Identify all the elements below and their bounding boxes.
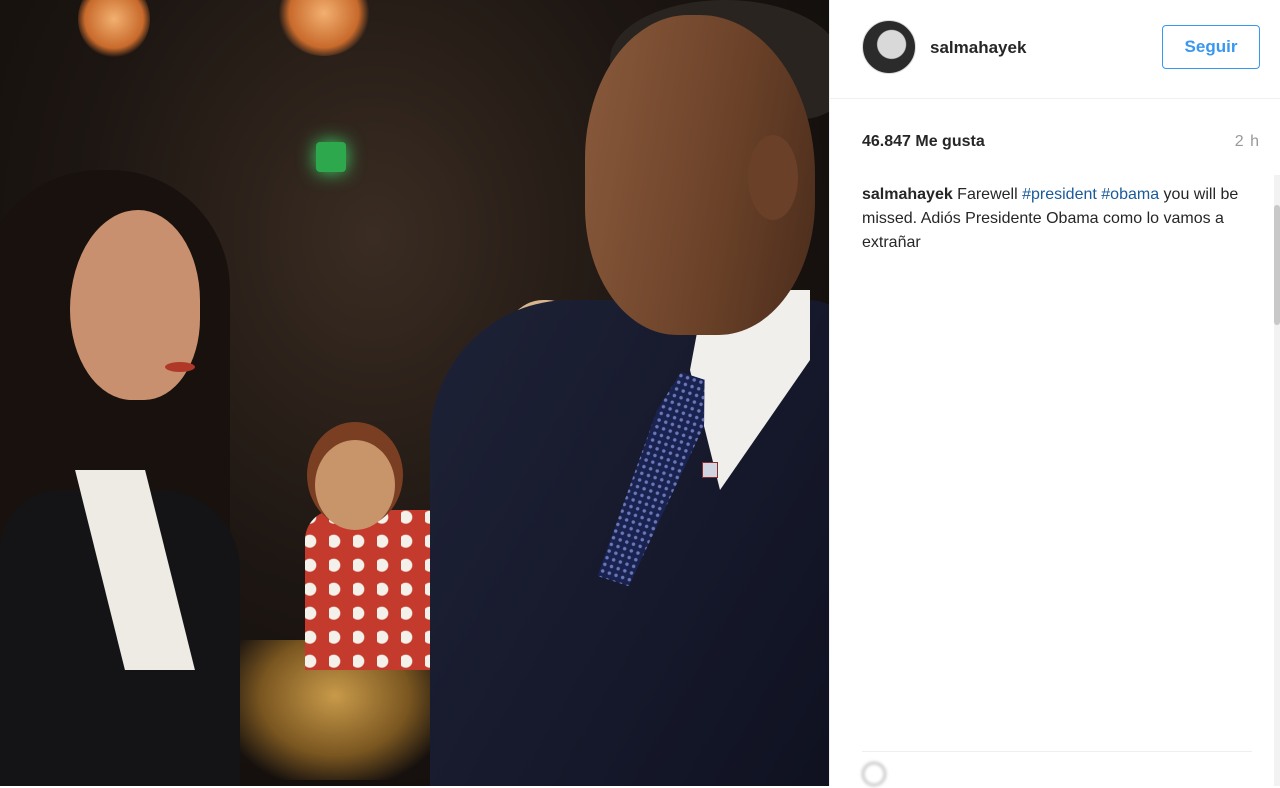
hashtag-president[interactable]: #president	[1022, 186, 1097, 203]
likes-count[interactable]: 46.847 Me gusta	[862, 133, 985, 151]
caption-username[interactable]: salmahayek	[862, 186, 953, 203]
post-meta: 46.847 Me gusta 2 h	[830, 99, 1280, 159]
scrollbar-thumb[interactable]	[1274, 205, 1280, 325]
post-photo[interactable]	[0, 0, 829, 786]
comments-list	[862, 295, 1240, 663]
comment	[862, 639, 1240, 663]
comments-scrollbar[interactable]	[1274, 175, 1280, 786]
woman-figure	[0, 170, 260, 786]
exit-sign	[316, 142, 346, 172]
post-header: salmahayek Seguir	[830, 0, 1280, 99]
hashtag-obama[interactable]: #obama	[1101, 186, 1159, 203]
post-time[interactable]: 2 h	[1235, 133, 1260, 151]
ceiling-lamp	[278, 0, 370, 56]
load-more-comments[interactable]	[862, 269, 1240, 289]
comment	[862, 383, 1240, 431]
comment	[862, 471, 1240, 495]
comment	[862, 503, 1240, 551]
comment	[862, 295, 1240, 343]
caption-text: Farewell	[952, 186, 1023, 203]
comment	[862, 439, 1240, 463]
like-heart-icon[interactable]	[862, 762, 886, 786]
post-sidebar: salmahayek Seguir 46.847 Me gusta 2 h sa…	[829, 0, 1280, 788]
comment-input[interactable]	[906, 760, 1230, 788]
man-figure	[410, 0, 829, 786]
ceiling-lamp	[78, 0, 150, 58]
follow-button[interactable]: Seguir	[1162, 25, 1260, 69]
instagram-post: salmahayek Seguir 46.847 Me gusta 2 h sa…	[0, 0, 1280, 788]
avatar[interactable]	[862, 20, 916, 74]
add-comment-bar	[862, 751, 1252, 788]
comment	[862, 351, 1240, 375]
comment	[862, 559, 1240, 631]
post-caption: salmahayek Farewell #president #obama yo…	[862, 183, 1240, 255]
header-username[interactable]: salmahayek	[930, 38, 1026, 58]
